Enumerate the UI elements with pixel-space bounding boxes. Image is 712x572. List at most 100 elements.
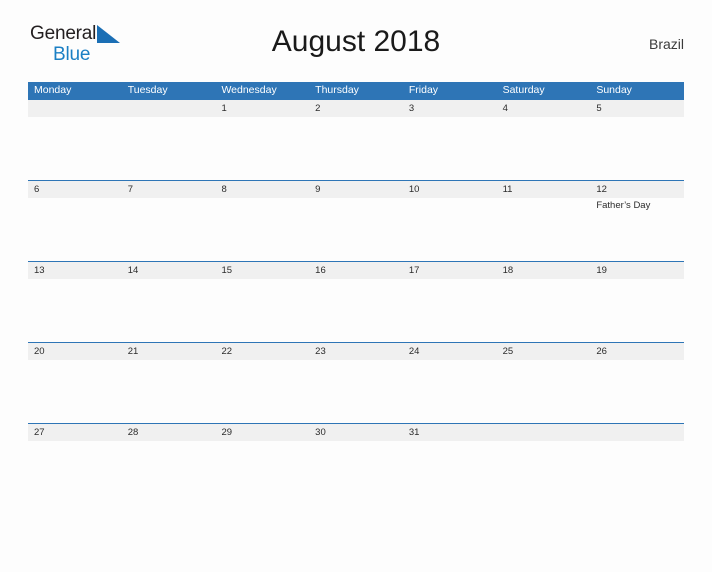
day-cell[interactable]: [497, 441, 591, 504]
day-number-empty: [122, 100, 216, 117]
day-number[interactable]: 20: [28, 343, 122, 360]
day-number[interactable]: 22: [215, 343, 309, 360]
day-number[interactable]: 16: [309, 262, 403, 279]
day-number[interactable]: 28: [122, 424, 216, 441]
weekday-header-sunday: Sunday: [596, 84, 632, 96]
day-number[interactable]: 15: [215, 262, 309, 279]
country-label: Brazil: [648, 36, 684, 52]
day-cell[interactable]: Father’s Day: [590, 198, 684, 261]
day-number[interactable]: 5: [590, 100, 684, 117]
calendar-week-row: 13 14 15 16 17 18 19: [28, 261, 684, 342]
week-date-band: 13 14 15 16 17 18 19: [28, 262, 684, 279]
day-number[interactable]: 3: [403, 100, 497, 117]
day-cell[interactable]: [590, 360, 684, 423]
week-date-band: 12345: [28, 100, 684, 117]
day-number-empty: [497, 424, 591, 441]
day-cell[interactable]: [309, 360, 403, 423]
week-event-band: Father’s Day: [28, 198, 684, 261]
calendar-week-row: 12345: [28, 99, 684, 180]
day-cell[interactable]: [497, 360, 591, 423]
day-cell[interactable]: [497, 198, 591, 261]
weekday-header-wednesday: Wednesday: [221, 84, 277, 96]
day-number[interactable]: 12: [590, 181, 684, 198]
day-cell[interactable]: [309, 117, 403, 180]
day-cell[interactable]: [122, 441, 216, 504]
weekday-header-row: Monday Tuesday Wednesday Thursday Friday…: [28, 82, 684, 99]
day-cell[interactable]: [122, 360, 216, 423]
day-number[interactable]: 6: [28, 181, 122, 198]
day-number[interactable]: 9: [309, 181, 403, 198]
day-number[interactable]: 4: [497, 100, 591, 117]
day-number[interactable]: 14: [122, 262, 216, 279]
calendar-week-row: 20 21 22 23 24 25 26: [28, 342, 684, 423]
day-cell[interactable]: [309, 441, 403, 504]
week-event-band: [28, 441, 684, 504]
calendar-week-row: 6 7 8 9 10 11 12 Father’s Day: [28, 180, 684, 261]
weekday-header-saturday: Saturday: [502, 84, 545, 96]
day-number[interactable]: 2: [309, 100, 403, 117]
week-event-band: [28, 117, 684, 180]
day-number[interactable]: 18: [497, 262, 591, 279]
calendar-week-row: 27 28 29 30 31: [28, 423, 684, 504]
day-cell[interactable]: [122, 279, 216, 342]
day-cell[interactable]: [28, 198, 122, 261]
day-cell[interactable]: [497, 279, 591, 342]
day-cell[interactable]: [590, 279, 684, 342]
page-title: August 2018: [271, 25, 441, 58]
day-number[interactable]: 27: [28, 424, 122, 441]
weekday-header-monday: Monday: [34, 84, 72, 96]
day-cell[interactable]: [590, 117, 684, 180]
day-number[interactable]: 31: [403, 424, 497, 441]
day-number[interactable]: 10: [403, 181, 497, 198]
day-number[interactable]: 11: [497, 181, 591, 198]
day-cell[interactable]: [403, 198, 497, 261]
day-number[interactable]: 1: [215, 100, 309, 117]
day-cell[interactable]: [122, 117, 216, 180]
calendar-page: General Blue August 2018 Brazil Monday T…: [0, 22, 712, 572]
day-number[interactable]: 26: [590, 343, 684, 360]
day-event: Father’s Day: [596, 200, 651, 211]
day-cell[interactable]: [215, 360, 309, 423]
day-cell[interactable]: [403, 117, 497, 180]
day-cell[interactable]: [590, 441, 684, 504]
day-cell[interactable]: [309, 198, 403, 261]
day-number[interactable]: 21: [122, 343, 216, 360]
day-cell[interactable]: [28, 441, 122, 504]
day-cell[interactable]: [28, 279, 122, 342]
day-number[interactable]: 30: [309, 424, 403, 441]
day-cell[interactable]: [215, 198, 309, 261]
calendar-weeks: 1 2 3 4 5 6 7 8 9 10 11 12 Father’s Day 13 14 15 16 17 18 1…: [28, 99, 684, 504]
day-cell[interactable]: [215, 279, 309, 342]
day-cell[interactable]: [403, 441, 497, 504]
day-cell[interactable]: [215, 441, 309, 504]
day-number[interactable]: 7: [122, 181, 216, 198]
day-cell[interactable]: [403, 279, 497, 342]
day-number-empty: [590, 424, 684, 441]
calendar-table: Monday Tuesday Wednesday Thursday Friday…: [28, 82, 684, 504]
day-number-empty: [28, 100, 122, 117]
day-cell[interactable]: [403, 360, 497, 423]
weekday-header-friday: Friday: [408, 84, 439, 96]
day-cell[interactable]: [122, 198, 216, 261]
day-number[interactable]: 17: [403, 262, 497, 279]
page-header: General Blue August 2018 Brazil: [28, 22, 684, 74]
week-date-band: 20 21 22 23 24 25 26: [28, 343, 684, 360]
day-cell[interactable]: [497, 117, 591, 180]
week-event-band: [28, 279, 684, 342]
day-cell[interactable]: [28, 117, 122, 180]
day-cell[interactable]: [28, 360, 122, 423]
week-date-band: 27 28 29 30 31: [28, 424, 684, 441]
day-number[interactable]: 23: [309, 343, 403, 360]
day-number[interactable]: 19: [590, 262, 684, 279]
day-number[interactable]: 8: [215, 181, 309, 198]
day-number[interactable]: 29: [215, 424, 309, 441]
week-date-band: 6 7 8 9 10 11 12: [28, 181, 684, 198]
day-number[interactable]: 24: [403, 343, 497, 360]
day-number[interactable]: 13: [28, 262, 122, 279]
day-cell[interactable]: [215, 117, 309, 180]
weekday-header-thursday: Thursday: [315, 84, 359, 96]
week-event-band: [28, 360, 684, 423]
day-cell[interactable]: [309, 279, 403, 342]
weekday-header-tuesday: Tuesday: [127, 84, 168, 96]
day-number[interactable]: 25: [497, 343, 591, 360]
